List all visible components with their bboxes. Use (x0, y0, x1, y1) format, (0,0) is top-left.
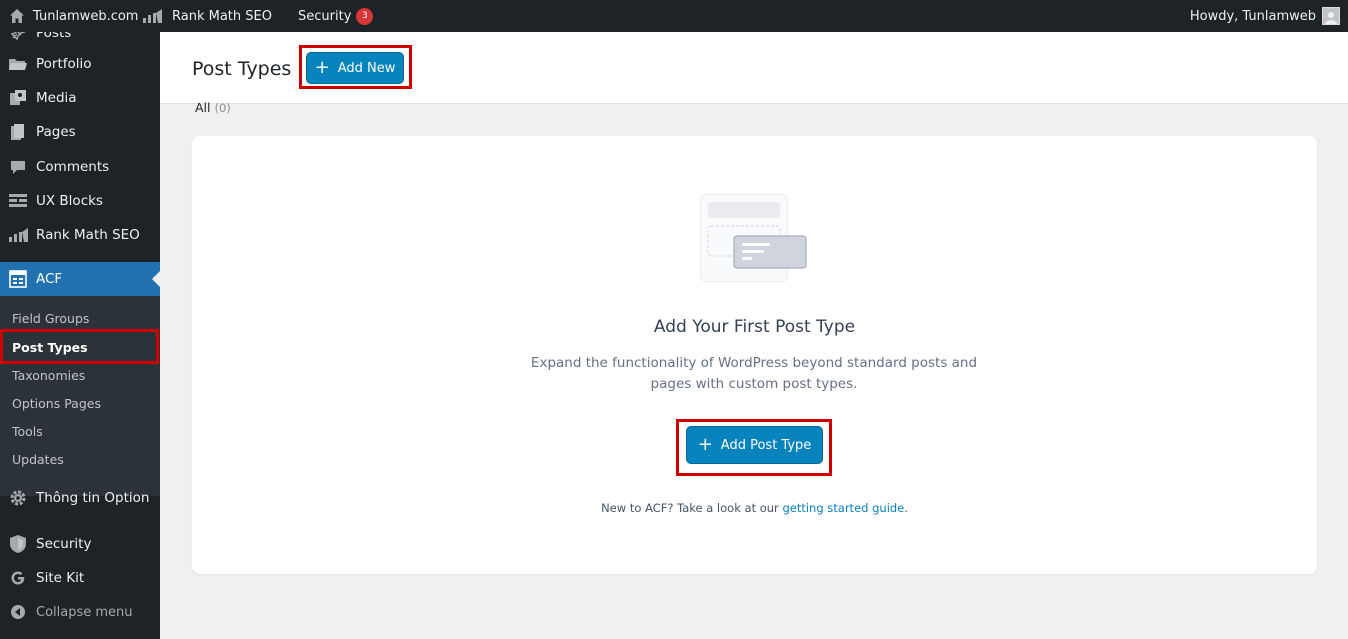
site-name-link[interactable]: Tunlamweb.com (9, 0, 138, 32)
empty-state-card: Add Your First Post Type Expand the func… (192, 136, 1317, 574)
blocks-icon (0, 193, 36, 209)
avatar (1322, 7, 1340, 25)
menu-item-media[interactable]: Media (0, 81, 160, 115)
menu-item-ux-blocks[interactable]: UX Blocks (0, 184, 160, 218)
admin-bar: Tunlamweb.com Rank Math SEO Security 3 H… (0, 0, 1348, 32)
page-title: Post Types (192, 58, 292, 80)
menu-item-rank-math[interactable]: Rank Math SEO (0, 218, 160, 252)
filter-all-count: (0) (214, 101, 231, 115)
empty-post-type-illustration (700, 194, 807, 282)
menu-item-pages[interactable]: Pages (0, 115, 160, 149)
shield-icon (0, 534, 36, 554)
highlight-add-new (299, 45, 412, 89)
home-icon (9, 8, 25, 24)
menu-item-security[interactable]: Security (0, 527, 160, 561)
rank-math-label: Rank Math SEO (172, 8, 272, 24)
filter-all-label: All (195, 100, 211, 115)
folder-icon (0, 56, 36, 72)
active-arrow (152, 271, 160, 287)
rank-math-icon (143, 9, 162, 23)
site-name: Tunlamweb.com (33, 8, 139, 24)
howdy-text: Howdy, Tunlamweb (1189, 8, 1316, 24)
google-icon (0, 570, 36, 586)
getting-started-note: New to ACF? Take a look at our getting s… (601, 501, 908, 515)
gear-icon (0, 489, 36, 507)
media-icon (0, 89, 36, 107)
menu-item-comments[interactable]: Comments (0, 150, 160, 184)
menu-item-portfolio[interactable]: Portfolio (0, 47, 160, 81)
collapse-icon (0, 604, 36, 620)
acf-submenu: Field Groups Post Types Taxonomies Optio… (0, 296, 160, 496)
menu-item-acf[interactable]: ACF (0, 262, 160, 296)
getting-started-link[interactable]: getting started guide (782, 501, 904, 515)
submenu-field-groups[interactable]: Field Groups (12, 308, 89, 328)
highlight-post-types-submenu (0, 329, 159, 364)
filter-all[interactable]: All (0) (195, 100, 231, 115)
submenu-taxonomies[interactable]: Taxonomies (12, 365, 85, 385)
comment-icon (0, 159, 36, 175)
menu-item-site-kit[interactable]: Site Kit (0, 561, 160, 595)
empty-state-description: Expand the functionality of WordPress be… (530, 355, 978, 392)
empty-state-title: Add Your First Post Type (653, 317, 856, 337)
highlight-add-post-type (676, 419, 832, 476)
submenu-tools[interactable]: Tools (12, 421, 43, 441)
submenu-options-pages[interactable]: Options Pages (12, 393, 101, 413)
rank-math-link[interactable]: Rank Math SEO (143, 0, 272, 32)
submenu-updates[interactable]: Updates (12, 449, 64, 469)
acf-icon (0, 270, 36, 288)
pages-icon (0, 123, 36, 141)
pin-icon (0, 32, 36, 41)
security-label: Security (298, 8, 352, 24)
security-count-badge: 3 (356, 7, 374, 25)
chart-icon (0, 228, 36, 242)
collapse-menu-button[interactable]: Collapse menu (0, 595, 160, 629)
account-menu[interactable]: Howdy, Tunlamweb (1190, 0, 1340, 32)
menu-item-thong-tin-option[interactable]: Thông tin Option (0, 481, 160, 515)
security-link[interactable]: Security 3 (298, 0, 374, 32)
